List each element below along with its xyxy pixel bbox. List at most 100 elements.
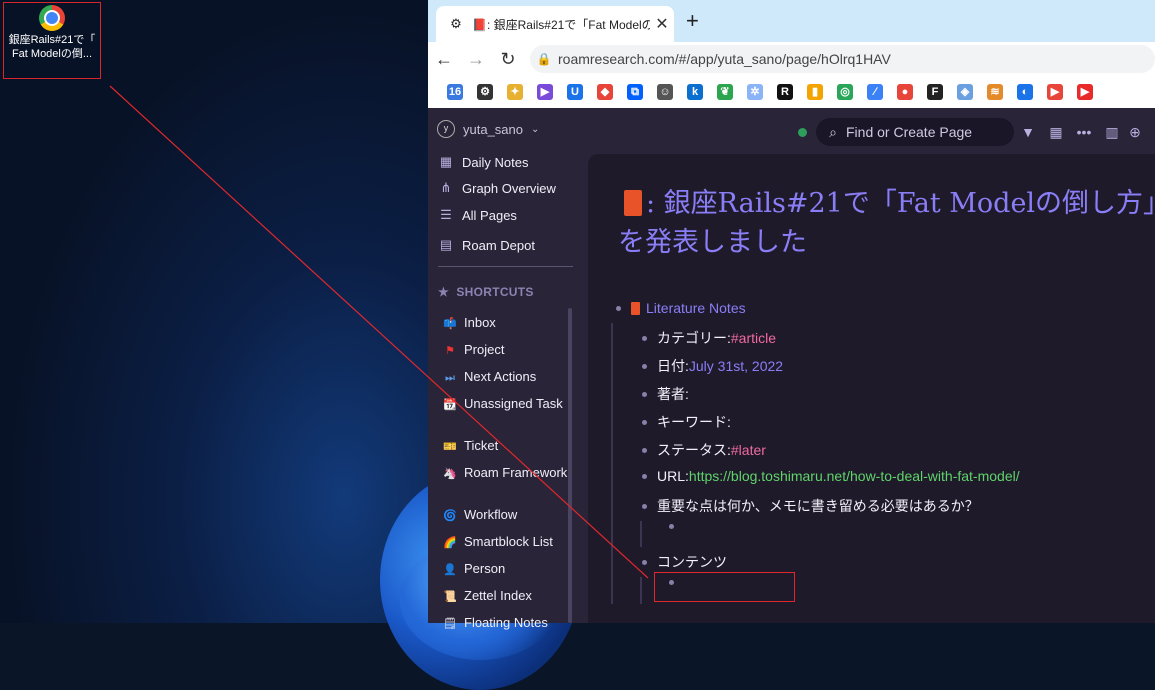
block-category[interactable]: カテゴリー: #article — [642, 328, 776, 348]
external-link[interactable]: https://blog.toshimaru.net/how-to-deal-w… — [689, 468, 1020, 484]
bookmark-icon[interactable]: ◐ — [1010, 82, 1040, 102]
bookmark-icon[interactable]: R — [770, 82, 800, 102]
shortcut-next-actions[interactable]: ⏭ Next Actions — [443, 369, 568, 386]
person-icon: 👤 — [443, 564, 457, 576]
page-title[interactable]: : 銀座Rails#21で「Fat Modelの倒し方」を発表しました — [618, 184, 1155, 262]
block-empty-child[interactable] — [669, 524, 684, 529]
shortcut-floating-notes[interactable]: 🗒 Floating Notes — [443, 615, 568, 632]
sidebar-item-daily-notes[interactable]: ▦ Daily Notes — [438, 154, 529, 170]
close-tab-icon[interactable]: ✕ — [650, 14, 674, 34]
browser-toolbar: ← → ↻ 🔒 roamresearch.com/#/app/yuta_sano… — [428, 42, 1155, 76]
search-icon: ⌕ — [829, 123, 837, 140]
bullet[interactable] — [642, 503, 647, 509]
indent-guide — [611, 323, 613, 604]
bookmark-icon[interactable]: ◈ — [950, 82, 980, 102]
bookmark-icon[interactable]: ▶ — [530, 82, 560, 102]
cyclone-icon: 🌀 — [443, 510, 457, 522]
tag-link[interactable]: #later — [731, 442, 766, 458]
block-important[interactable]: 重要な点は何か、メモに書き留める必要はあるか？ — [642, 496, 979, 516]
browser-tab[interactable]: ⚙ 📕: 銀座Rails#21で「Fat Modelの倒 ✕ — [436, 6, 674, 42]
user-avatar: y — [437, 120, 455, 138]
highlight-box — [654, 572, 795, 602]
shortcut-zettel-index[interactable]: 📜 Zettel Index — [443, 588, 568, 605]
roam-app: y yuta_sano ⌄ ▦ Daily Notes ⋔ Graph Over… — [428, 108, 1155, 630]
bookmark-icon[interactable]: ∕ — [860, 82, 890, 102]
block-date[interactable]: 日付: July 31st, 2022 — [642, 356, 783, 376]
bookmark-icon[interactable]: ▮ — [800, 82, 830, 102]
bookmark-icon[interactable]: ❦ — [710, 82, 740, 102]
bookmark-icon[interactable]: ▶ — [1070, 82, 1100, 102]
shortcut-inbox[interactable]: 📫 Inbox — [443, 315, 568, 332]
back-button[interactable]: ← — [428, 49, 460, 70]
search-placeholder: Find or Create Page — [846, 124, 973, 140]
sidebar-item-graph-overview[interactable]: ⋔ Graph Overview — [438, 180, 556, 196]
shortcut-smartblock-list[interactable]: 🌈 Smartblock List — [443, 534, 568, 551]
lock-icon[interactable]: 🔒 — [530, 52, 558, 66]
help-icon[interactable]: ⊕ — [1126, 124, 1144, 141]
bullet[interactable] — [616, 305, 621, 311]
block-keyword[interactable]: キーワード: — [642, 412, 731, 432]
bookmark-icon[interactable]: 16 — [440, 82, 470, 102]
graph-icon: ⋔ — [440, 180, 452, 195]
block-contents[interactable]: コンテンツ — [642, 552, 727, 572]
tag-link[interactable]: #article — [731, 330, 776, 346]
sidebar-item-roam-depot[interactable]: ▤ Roam Depot — [438, 237, 535, 253]
bookmark-icon[interactable]: ● — [890, 82, 920, 102]
bookmark-icon[interactable]: ◎ — [830, 82, 860, 102]
left-sidebar: y yuta_sano ⌄ ▦ Daily Notes ⋔ Graph Over… — [428, 108, 580, 630]
url-text: roamresearch.com/#/app/yuta_sano/page/hO… — [558, 51, 891, 67]
reload-button[interactable]: ↻ — [492, 49, 524, 70]
sidebar-item-all-pages[interactable]: ☰ All Pages — [438, 207, 517, 223]
more-icon[interactable]: ••• — [1070, 124, 1098, 140]
forward-button[interactable]: → — [460, 49, 492, 70]
graph-switcher[interactable]: y yuta_sano ⌄ — [437, 120, 539, 138]
block-author[interactable]: 著者: — [642, 384, 689, 404]
bookmark-icon[interactable]: ⚙ — [470, 82, 500, 102]
bullet[interactable] — [642, 419, 647, 425]
sidebar-item-label: Daily Notes — [462, 154, 529, 170]
filter-icon[interactable]: ▼ — [1014, 124, 1042, 140]
indent-guide — [640, 577, 642, 604]
sidebar-divider — [438, 266, 573, 267]
desktop-shortcut-label-1: 銀座Rails#21で「 — [8, 34, 96, 46]
shortcut-ticket[interactable]: 🎫 Ticket — [443, 438, 568, 455]
bullet[interactable] — [642, 473, 647, 479]
date-link[interactable]: July 31st, 2022 — [689, 358, 783, 374]
ticket-icon: 🎫 — [443, 441, 457, 453]
bookmark-icon[interactable]: ☺ — [650, 82, 680, 102]
bullet[interactable] — [642, 447, 647, 453]
bookmark-icon[interactable]: ✲ — [740, 82, 770, 102]
shortcut-unassigned-task[interactable]: 📆 Unassigned Task — [443, 396, 568, 413]
sidebar-scrollbar[interactable] — [568, 308, 572, 623]
bullet[interactable] — [642, 363, 647, 369]
bookmark-icon[interactable]: U — [560, 82, 590, 102]
block-literature-notes[interactable]: Literature Notes — [616, 300, 746, 316]
bookmark-icon[interactable]: k — [680, 82, 710, 102]
block-url[interactable]: URL: https://blog.toshimaru.net/how-to-d… — [642, 468, 1020, 484]
chevron-down-icon: ⌄ — [531, 123, 540, 135]
shortcut-project[interactable]: ⚑ Project — [443, 342, 568, 359]
shortcut-roam-framework[interactable]: 🦄 Roam Framework — [443, 465, 568, 482]
shortcut-person[interactable]: 👤 Person — [443, 561, 568, 578]
bullet[interactable] — [642, 559, 647, 565]
shortcut-workflow[interactable]: 🌀 Workflow — [443, 507, 568, 524]
address-bar[interactable]: 🔒 roamresearch.com/#/app/yuta_sano/page/… — [530, 45, 1155, 73]
calendar-icon[interactable]: ▦ — [1042, 124, 1070, 141]
bullet[interactable] — [669, 524, 674, 529]
scroll-icon: 📜 — [443, 591, 457, 603]
block-status[interactable]: ステータス: #later — [642, 440, 766, 460]
bookmark-icon[interactable]: ≋ — [980, 82, 1010, 102]
new-tab-button[interactable]: + — [686, 8, 699, 34]
bullet[interactable] — [642, 391, 647, 397]
bookmark-icon[interactable]: F — [920, 82, 950, 102]
search-input[interactable]: ⌕ Find or Create Page — [816, 118, 1014, 146]
desktop-shortcut-icon[interactable]: 銀座Rails#21で「 Fat Modelの倒... — [3, 2, 101, 79]
bullet[interactable] — [642, 335, 647, 341]
right-sidebar-icon[interactable]: ▥ — [1098, 124, 1126, 141]
bookmark-icon[interactable]: ▶ — [1040, 82, 1070, 102]
graph-name: yuta_sano — [463, 121, 523, 137]
bookmark-icon[interactable]: ✦ — [500, 82, 530, 102]
bookmark-icon[interactable]: ⧉ — [620, 82, 650, 102]
page-link[interactable]: Literature Notes — [646, 300, 746, 316]
bookmark-icon[interactable]: ◆ — [590, 82, 620, 102]
